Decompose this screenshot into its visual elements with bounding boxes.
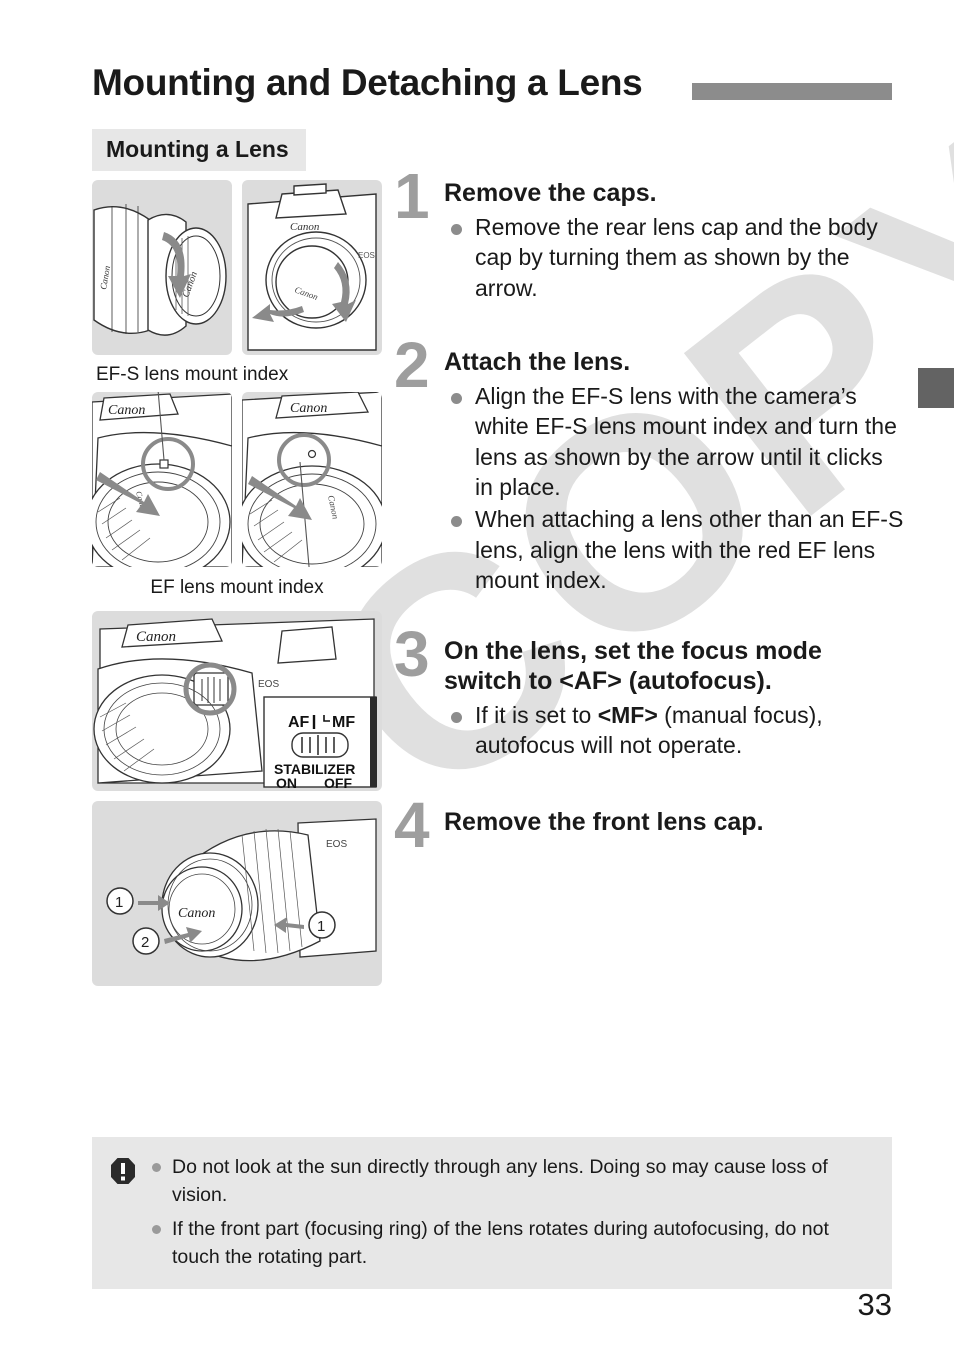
svg-text:Canon: Canon [178, 906, 215, 921]
figure-focus-mode-switch: Canon EOS AF MF STABILIZER ON OFF [92, 611, 382, 791]
figure-body-cap: Canon EOS Canon [242, 180, 382, 355]
list-item: Do not look at the sun directly through … [146, 1153, 874, 1210]
figure-rear-lens-cap: Canon Canon [92, 180, 232, 355]
list-item: Remove the rear lens cap and the body ca… [444, 212, 904, 304]
svg-text:Canon: Canon [136, 629, 176, 645]
step-2-bullets: Align the EF-S lens with the camera’s wh… [444, 381, 904, 596]
front-lens-cap-illustration: EOS Canon 1 1 2 [106, 818, 377, 962]
step-4-heading: Remove the front lens cap. [444, 807, 764, 836]
svg-text:ON: ON [276, 775, 297, 791]
page-header: Mounting and Detaching a Lens [92, 62, 892, 118]
caution-box: Do not look at the sun directly through … [92, 1137, 892, 1290]
figure-mount-index: Canon Canon Canon [92, 392, 382, 567]
svg-text:1: 1 [115, 894, 123, 911]
figure-remove-caps: Canon Canon Canon EOS Canon [92, 180, 382, 355]
step-1-heading: Remove the caps. [444, 179, 657, 207]
list-item: If the front part (focusing ring) of the… [146, 1215, 874, 1272]
camera-body-cap-illustration: Canon EOS Canon [247, 183, 377, 351]
chapter-tab-marker [918, 368, 954, 408]
step-3: 3 On the lens, set the focus mode switch… [394, 622, 904, 761]
list-item: Align the EF-S lens with the camera’s wh… [444, 381, 904, 503]
title-rule [692, 83, 892, 100]
svg-text:MF: MF [332, 714, 355, 731]
svg-text:Canon: Canon [290, 221, 320, 233]
page-title: Mounting and Detaching a Lens [92, 62, 643, 103]
caution-item-list: Do not look at the sun directly through … [146, 1153, 874, 1271]
step-1-bullets: Remove the rear lens cap and the body ca… [444, 212, 904, 304]
step-list: 1 Remove the caps. Remove the rear lens … [394, 164, 904, 857]
page-number: 33 [857, 1287, 892, 1322]
figure-ef-alignment: Canon Canon [242, 392, 382, 567]
list-item: If it is set to <MF> (manual focus), aut… [444, 700, 904, 761]
manual-page: Mounting and Detaching a Lens Mounting a… [0, 0, 954, 1345]
list-item: When attaching a lens other than an EF-S… [444, 504, 904, 596]
step-1: 1 Remove the caps. Remove the rear lens … [394, 164, 904, 304]
step-4: 4 Remove the front lens cap. [394, 793, 904, 857]
efs-mount-index-illustration: Canon Canon [92, 392, 232, 567]
step-3-heading: On the lens, set the focus mode switch t… [444, 636, 822, 696]
svg-text:EOS: EOS [358, 251, 375, 260]
step-2-heading: Attach the lens. [444, 348, 631, 377]
svg-text:OFF: OFF [324, 775, 352, 791]
step-3-number: 3 [394, 617, 430, 690]
focus-mode-switch-illustration: Canon EOS AF MF STABILIZER ON OFF [93, 618, 377, 791]
step-3-bullets: If it is set to <MF> (manual focus), aut… [444, 700, 904, 761]
figure-column: Canon Canon Canon EOS Canon EF-S lens mo… [92, 180, 382, 986]
svg-text:Canon: Canon [108, 403, 145, 418]
ef-mount-index-illustration: Canon Canon [242, 392, 382, 567]
svg-text:1: 1 [317, 918, 325, 935]
svg-text:EOS: EOS [326, 839, 347, 850]
caution-icon-glyph [111, 1158, 135, 1184]
step-4-number: 4 [394, 788, 430, 861]
figure-front-cap-removal: EOS Canon 1 1 2 [92, 801, 382, 986]
step-1-number: 1 [394, 160, 430, 232]
figure-efs-alignment: Canon Canon [92, 392, 232, 567]
rear-lens-cap-illustration: Canon Canon [93, 204, 227, 336]
svg-text:2: 2 [141, 934, 149, 951]
svg-text:Canon: Canon [290, 401, 327, 416]
step-2-number: 2 [394, 329, 430, 402]
figure-caption-efs-index: EF-S lens mount index [96, 364, 289, 385]
svg-text:EOS: EOS [258, 679, 279, 690]
svg-text:AF: AF [288, 714, 310, 731]
section-subhead: Mounting a Lens [92, 129, 306, 171]
exclamation-octagon-icon [110, 1153, 140, 1271]
step-2: 2 Attach the lens. Align the EF-S lens w… [394, 333, 904, 596]
figure-caption-ef-index: EF lens mount index [150, 577, 324, 598]
